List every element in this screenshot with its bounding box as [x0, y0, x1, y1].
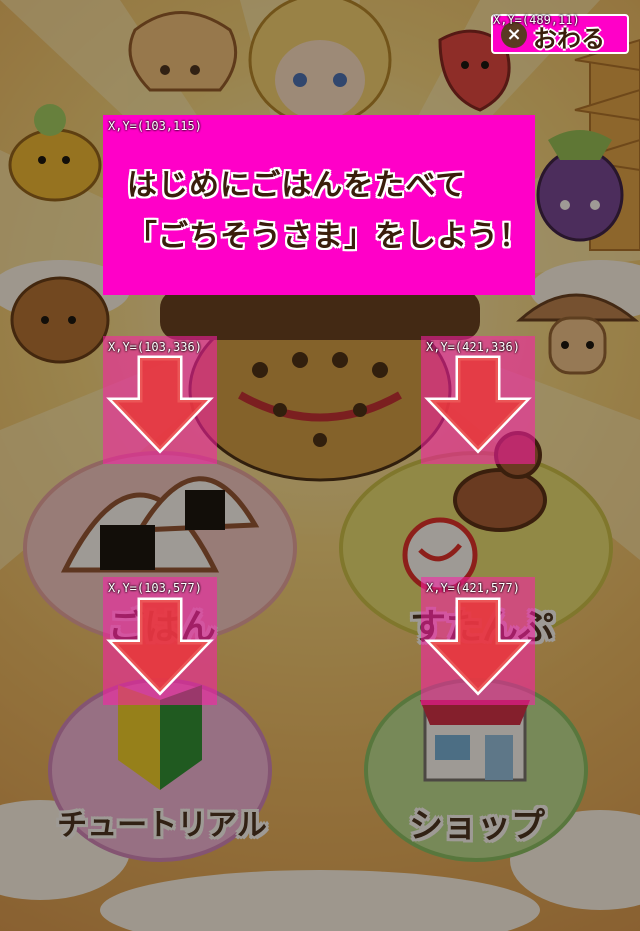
instruction-line-2: 「ごちそうさま」をしよう！ [127, 219, 530, 254]
shop-arrow-highlight [421, 577, 535, 705]
gohan-arrow-highlight [103, 336, 217, 464]
quit-coord-label: X,Y=(489,11) [493, 13, 580, 27]
game-screen: ごはん すたんぷ チュートリアル ショップ はじめにごはんをたべて 「ごちそうさ… [0, 0, 640, 931]
banner-coord-label: X,Y=(103,115) [108, 119, 202, 133]
shop-coord-label: X,Y=(421,577) [426, 581, 520, 595]
gohan-coord-label: X,Y=(103,336) [108, 340, 202, 354]
instruction-line-1: はじめにごはんをたべて [127, 168, 467, 203]
stamp-arrow-highlight [421, 336, 535, 464]
stamp-coord-label: X,Y=(421,336) [426, 340, 520, 354]
tutorial-coord-label: X,Y=(103,577) [108, 581, 202, 595]
tutorial-arrow-highlight [103, 577, 217, 705]
instruction-banner: はじめにごはんをたべて 「ごちそうさま」をしよう！ [103, 115, 535, 295]
